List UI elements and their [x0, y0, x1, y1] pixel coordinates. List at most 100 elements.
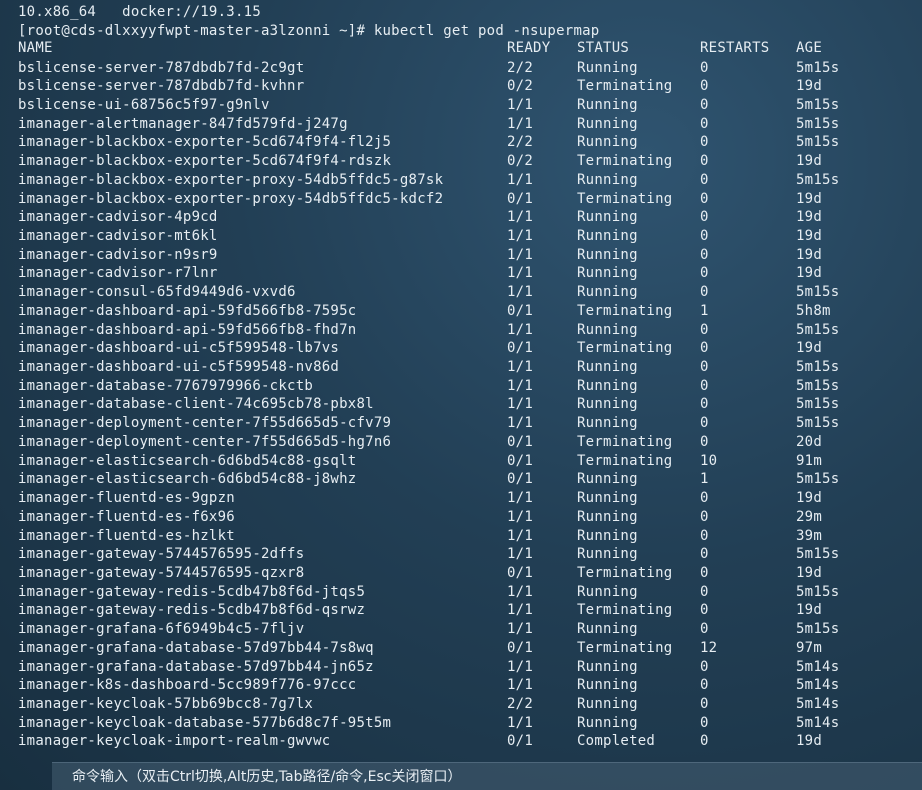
pod-ready: 0/1 — [507, 190, 534, 207]
pod-status: Terminating — [577, 302, 673, 319]
pod-ready: 0/1 — [507, 452, 534, 469]
pod-status: Terminating — [577, 153, 673, 170]
table-row: imanager-dashboard-api-59fd566fb8-7595c 0… — [0, 302, 922, 321]
pod-restarts: 0 — [700, 508, 709, 525]
pod-name: imanager-cadvisor-4p9cd — [18, 209, 218, 226]
table-row: imanager-cadvisor-4p9cd 1/1 Running 0 19d — [0, 208, 922, 227]
pod-status: Terminating — [577, 78, 673, 95]
pod-restarts: 0 — [700, 621, 709, 638]
pod-status: Running — [577, 583, 638, 600]
pod-age: 19d — [796, 209, 823, 226]
pod-name: imanager-deployment-center-7f55d665d5-cf… — [18, 415, 392, 432]
pod-restarts: 0 — [700, 340, 709, 357]
pod-age: 5m15s — [796, 321, 840, 338]
pod-restarts: 0 — [700, 396, 709, 413]
pod-ready: 1/1 — [507, 171, 534, 188]
pod-name: imanager-elasticsearch-6d6bd54c88-j8whz — [18, 471, 357, 488]
pod-age: 20d — [796, 433, 823, 450]
pod-ready: 1/1 — [507, 658, 534, 675]
pod-age: 5m15s — [796, 59, 840, 76]
pod-restarts: 0 — [700, 564, 709, 581]
pod-restarts: 12 — [700, 639, 718, 656]
pod-ready: 0/1 — [507, 471, 534, 488]
pod-name: imanager-database-7767979966-ckctb — [18, 377, 314, 394]
pod-ready: 0/1 — [507, 433, 534, 450]
table-row: imanager-gateway-redis-5cdb47b8f6d-qsrwz… — [0, 601, 922, 620]
pod-name: imanager-grafana-6f6949b4c5-7fljv — [18, 621, 305, 638]
pod-age: 19d — [796, 227, 823, 244]
table-row: imanager-keycloak-57bb69bcc8-7g7lx 2/2 Run… — [0, 695, 922, 714]
pod-age: 5m15s — [796, 396, 840, 413]
pod-status: Terminating — [577, 452, 673, 469]
pod-name: imanager-fluentd-es-hzlkt — [18, 527, 235, 544]
pod-restarts: 10 — [700, 452, 718, 469]
table-row: imanager-keycloak-import-realm-gwvwc 0/1 C… — [0, 732, 922, 751]
pod-restarts: 0 — [700, 96, 709, 113]
pod-age: 19d — [796, 733, 823, 750]
pod-status: Terminating — [577, 340, 673, 357]
pod-ready: 0/1 — [507, 340, 534, 357]
pod-restarts: 0 — [700, 227, 709, 244]
pod-status: Running — [577, 171, 638, 188]
pod-restarts: 0 — [700, 171, 709, 188]
pod-status: Running — [577, 134, 638, 151]
pod-age: 39m — [796, 527, 823, 544]
terminal-output[interactable]: 10.x86_64 docker://19.3.15 [root@cds-dlx… — [0, 0, 922, 760]
pod-ready: 1/1 — [507, 714, 534, 731]
pod-name: imanager-keycloak-import-realm-gwvwc — [18, 733, 331, 750]
pod-name: imanager-blackbox-exporter-proxy-54db5ff… — [18, 190, 444, 207]
pod-name: imanager-cadvisor-n9sr9 — [18, 246, 218, 263]
pod-name: imanager-dashboard-ui-c5f599548-nv86d — [18, 359, 340, 376]
pod-ready: 0/1 — [507, 639, 534, 656]
pod-ready: 0/1 — [507, 564, 534, 581]
pod-age: 5m15s — [796, 284, 840, 301]
pod-age: 5m14s — [796, 658, 840, 675]
pod-status: Running — [577, 471, 638, 488]
pod-status: Running — [577, 96, 638, 113]
table-row: imanager-grafana-database-57d97bb44-7s8w… — [0, 639, 922, 658]
pod-restarts: 0 — [700, 321, 709, 338]
pod-ready: 1/1 — [507, 209, 534, 226]
pod-age: 5m15s — [796, 96, 840, 113]
header-restarts: RESTARTS — [700, 40, 770, 56]
pod-ready: 1/1 — [507, 377, 534, 394]
pod-status: Running — [577, 546, 638, 563]
pod-ready: 1/1 — [507, 115, 534, 132]
pod-name: imanager-fluentd-es-f6x96 — [18, 508, 235, 525]
table-row: imanager-cadvisor-n9sr9 1/1 Running 0 19d — [0, 246, 922, 265]
pod-age: 5m14s — [796, 695, 840, 712]
pod-name: bslicense-server-787dbdb7fd-kvhnr — [18, 78, 305, 95]
pod-name: bslicense-server-787dbdb7fd-2c9gt — [18, 59, 305, 76]
pod-name: imanager-keycloak-database-577b6d8c7f-95… — [18, 714, 392, 731]
pod-status: Running — [577, 695, 638, 712]
pod-age: 19d — [796, 190, 823, 207]
pod-ready: 1/1 — [507, 321, 534, 338]
pod-name: imanager-keycloak-57bb69bcc8-7g7lx — [18, 695, 314, 712]
pod-restarts: 0 — [700, 433, 709, 450]
pod-name: imanager-consul-65fd9449d6-vxvd6 — [18, 284, 296, 301]
pod-age: 5m15s — [796, 583, 840, 600]
table-row: imanager-database-7767979966-ckctb 1/1 Run… — [0, 377, 922, 396]
pod-age: 19d — [796, 246, 823, 263]
pod-name: imanager-dashboard-api-59fd566fb8-fhd7n — [18, 321, 357, 338]
table-row: imanager-fluentd-es-9gpzn 1/1 Running 0 19d — [0, 489, 922, 508]
pod-age: 5h8m — [796, 302, 831, 319]
pod-restarts: 0 — [700, 415, 709, 432]
pod-status: Running — [577, 115, 638, 132]
pod-status: Running — [577, 246, 638, 263]
pod-restarts: 0 — [700, 115, 709, 132]
node-info-line: 10.x86_64 docker://19.3.15 — [18, 4, 262, 20]
pod-name: imanager-fluentd-es-9gpzn — [18, 490, 235, 507]
pod-age: 19d — [796, 153, 823, 170]
pod-ready: 1/1 — [507, 227, 534, 244]
pod-status: Running — [577, 209, 638, 226]
table-row: bslicense-ui-68756c5f97-g9nlv 1/1 Running 0… — [0, 96, 922, 115]
table-row: imanager-deployment-center-7f55d665d5-cf… — [0, 414, 922, 433]
pod-name: imanager-alertmanager-847fd579fd-j247g — [18, 115, 348, 132]
pod-status: Running — [577, 490, 638, 507]
table-row: imanager-database-client-74c695cb78-pbx8… — [0, 395, 922, 414]
table-row: imanager-gateway-5744576595-2dffs 1/1 Runn… — [0, 545, 922, 564]
pod-status: Terminating — [577, 190, 673, 207]
command-input-bar[interactable]: 命令输入（双击Ctrl切换,Alt历史,Tab路径/命令,Esc关闭窗口） — [52, 762, 922, 790]
pod-age: 19d — [796, 564, 823, 581]
